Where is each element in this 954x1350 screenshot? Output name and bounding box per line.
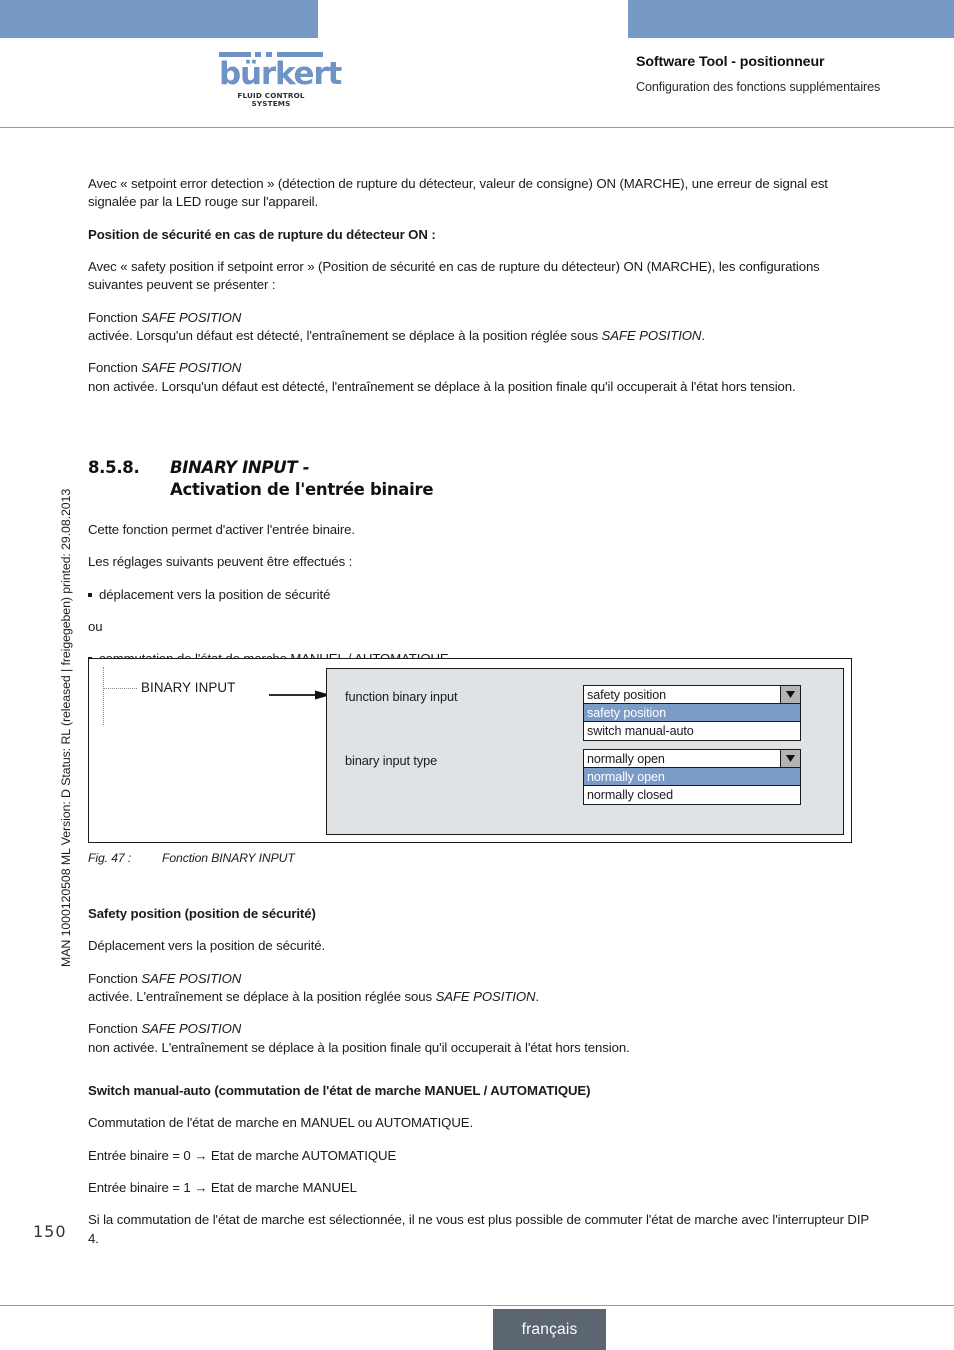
chevron-down-icon-2[interactable] xyxy=(780,750,800,767)
term-safe-position-3: SAFE POSITION xyxy=(141,360,242,376)
combobox-option-normally-closed[interactable]: normally closed xyxy=(584,786,800,804)
section-number: 8.5.8. xyxy=(88,458,140,477)
header-accent-bar-right xyxy=(628,0,954,38)
heading-safety-position: Safety position (position de sécurité) xyxy=(88,906,316,921)
paragraph-settings-intro: Les réglages suivants peuvent être effec… xyxy=(88,554,353,570)
text-inactive-desc: non activée. Lorsqu'un défaut est détect… xyxy=(88,378,796,394)
paragraph-dip-switch-note: Si la commutation de l'état de marche es… xyxy=(88,1212,869,1246)
figure-menu-label: BINARY INPUT xyxy=(141,680,236,695)
combobox-option-switch-manual-auto[interactable]: switch manual-auto xyxy=(584,722,800,740)
text-fonction-prefix-3: Fonction xyxy=(88,970,142,986)
figure-binary-input: BINARY INPUT function binary input safet… xyxy=(88,658,852,843)
paragraph-safe-position-inactive-2: Fonction SAFE POSITION non activée. L'ent… xyxy=(88,1020,872,1057)
paragraph-binary-input-0: Entrée binaire = 0 → Etat de marche AUTO… xyxy=(88,1147,397,1163)
leader-line-vertical xyxy=(103,667,104,725)
paragraph-setpoint-error: Avec « setpoint error detection » (détec… xyxy=(88,176,828,210)
body-upper: Avec « setpoint error detection » (détec… xyxy=(88,175,872,410)
label-function-binary-input: function binary input xyxy=(345,689,458,704)
leader-line-horizontal xyxy=(103,688,137,689)
combobox-value-function: safety position xyxy=(587,688,667,702)
text-inactive-desc-2: non activée. L'entraînement se déplace à… xyxy=(88,1039,630,1055)
section-heading: 8.5.8. BINARY INPUT - Activation de l'en… xyxy=(88,457,688,502)
heading-switch-manual-auto: Switch manual-auto (commutation de l'éta… xyxy=(88,1083,591,1098)
paragraph-safe-position-inactive: Fonction SAFE POSITION non activée. Lors… xyxy=(88,359,872,396)
text-active-desc: activée. Lorsqu'un défaut est détecté, l… xyxy=(88,328,602,344)
footer-divider xyxy=(0,1305,954,1306)
combobox-list-type[interactable]: normally open normally closed xyxy=(583,768,801,805)
combobox-option-safety-position[interactable]: safety position xyxy=(584,704,800,722)
chevron-down-glyph-2 xyxy=(786,755,795,762)
paragraph-safe-position-active: Fonction SAFE POSITION activée. Lorsqu'u… xyxy=(88,309,872,346)
combobox-list-function[interactable]: safety position switch manual-auto xyxy=(583,704,801,741)
combobox-option-normally-open[interactable]: normally open xyxy=(584,768,800,786)
term-safe-position-2: SAFE POSITION xyxy=(601,328,702,344)
label-binary-input-type: binary input type xyxy=(345,753,438,768)
text-fonction-prefix: Fonction xyxy=(88,309,142,325)
combobox-field-type[interactable]: normally open xyxy=(583,749,801,768)
paragraph-safety-position-config: Avec « safety position if setpoint error… xyxy=(88,259,820,293)
body-lower-safety: Safety position (position de sécurité) D… xyxy=(88,905,872,1071)
term-safe-position-4: SAFE POSITION xyxy=(141,970,242,986)
arrow-right-icon xyxy=(269,690,331,700)
header-accent-bar-left xyxy=(0,0,318,38)
paragraph-function-purpose: Cette fonction permet d'activer l'entrée… xyxy=(88,522,355,537)
figure-caption: Fig. 47 : Fonction BINARY INPUT xyxy=(88,851,295,865)
section-title-line2: Activation de l'entrée binaire xyxy=(170,480,434,500)
text-period-2: . xyxy=(535,989,539,1005)
logo-wordmark: bürkert xyxy=(219,56,342,92)
list-item-safety-position: déplacement vers la position de sécurité xyxy=(88,586,872,604)
term-safe-position: SAFE POSITION xyxy=(141,309,242,325)
burkert-logo: bürkert FLUID CONTROL SYSTEMS xyxy=(219,52,342,108)
chevron-down-glyph xyxy=(786,691,795,698)
combobox-field-function[interactable]: safety position xyxy=(583,685,801,704)
heading-safety-position-on: Position de sécurité en cas de rupture d… xyxy=(88,226,436,242)
chevron-down-icon[interactable] xyxy=(780,686,800,703)
body-lower-switch: Switch manual-auto (commutation de l'éta… xyxy=(88,1082,872,1262)
text-period: . xyxy=(701,328,705,344)
paragraph-binary-input-1: Entrée binaire = 1 → Etat de marche MANU… xyxy=(88,1180,357,1196)
logo-umlaut-bar xyxy=(219,52,323,58)
margin-document-id: MAN 1000120508 ML Version: D Status: RL … xyxy=(59,488,73,967)
text-active-desc-2: activée. L'entraînement se déplace à la … xyxy=(88,989,436,1005)
combobox-value-type: normally open xyxy=(587,752,665,766)
page-subtitle: Configuration des fonctions supplémentai… xyxy=(636,80,881,94)
combobox-function-binary-input[interactable]: safety position safety position switch m… xyxy=(583,685,801,741)
text-fonction-prefix-2: Fonction xyxy=(88,360,142,376)
page-title: Software Tool - positionneur xyxy=(636,54,825,70)
figure-caption-number: Fig. 47 : xyxy=(88,851,132,865)
page-number: 150 xyxy=(33,1222,67,1241)
term-safe-position-6: SAFE POSITION xyxy=(141,1021,242,1037)
language-badge: français xyxy=(493,1309,606,1350)
combobox-binary-input-type[interactable]: normally open normally open normally clo… xyxy=(583,749,801,805)
text-or: ou xyxy=(88,619,103,635)
binary-input-dialog: function binary input safety position sa… xyxy=(326,668,844,835)
logo-tagline: FLUID CONTROL SYSTEMS xyxy=(237,91,305,108)
header-divider xyxy=(0,127,954,128)
paragraph-displacement: Déplacement vers la position de sécurité… xyxy=(88,938,326,954)
text-fonction-prefix-4: Fonction xyxy=(88,1021,142,1037)
section-title-line1: BINARY INPUT - xyxy=(170,458,310,477)
term-safe-position-5: SAFE POSITION xyxy=(435,989,536,1005)
figure-caption-text: Fonction BINARY INPUT xyxy=(162,851,295,865)
paragraph-safe-position-active-2: Fonction SAFE POSITION activée. L'entraîn… xyxy=(88,970,872,1007)
paragraph-commutation: Commutation de l'état de marche en MANUE… xyxy=(88,1115,474,1131)
